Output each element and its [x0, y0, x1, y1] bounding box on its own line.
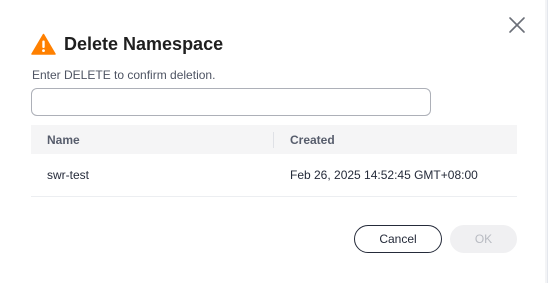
cell-created: Feb 26, 2025 14:52:45 GMT+08:00 [290, 168, 478, 182]
cancel-button[interactable]: Cancel [354, 225, 442, 253]
table-header: Name Created [31, 125, 517, 154]
column-divider [273, 132, 274, 148]
column-header-created: Created [290, 132, 335, 147]
confirm-hint: Enter DELETE to confirm deletion. [32, 68, 216, 82]
namespace-table: Name Created swr-test Feb 26, 2025 14:52… [31, 125, 517, 197]
column-header-name: Name [47, 132, 80, 147]
dialog-title: Delete Namespace [64, 34, 224, 54]
ok-button[interactable]: OK [450, 225, 517, 253]
table-row: swr-test Feb 26, 2025 14:52:45 GMT+08:00 [31, 154, 517, 197]
confirm-delete-input[interactable] [31, 88, 431, 116]
delete-namespace-dialog: Delete Namespace Enter DELETE to confirm… [0, 0, 548, 283]
warning-icon [31, 33, 56, 55]
dialog-edge [545, 0, 547, 283]
dialog-header: Delete Namespace [31, 31, 223, 57]
close-icon[interactable] [506, 14, 528, 36]
cell-name: swr-test [47, 168, 89, 182]
